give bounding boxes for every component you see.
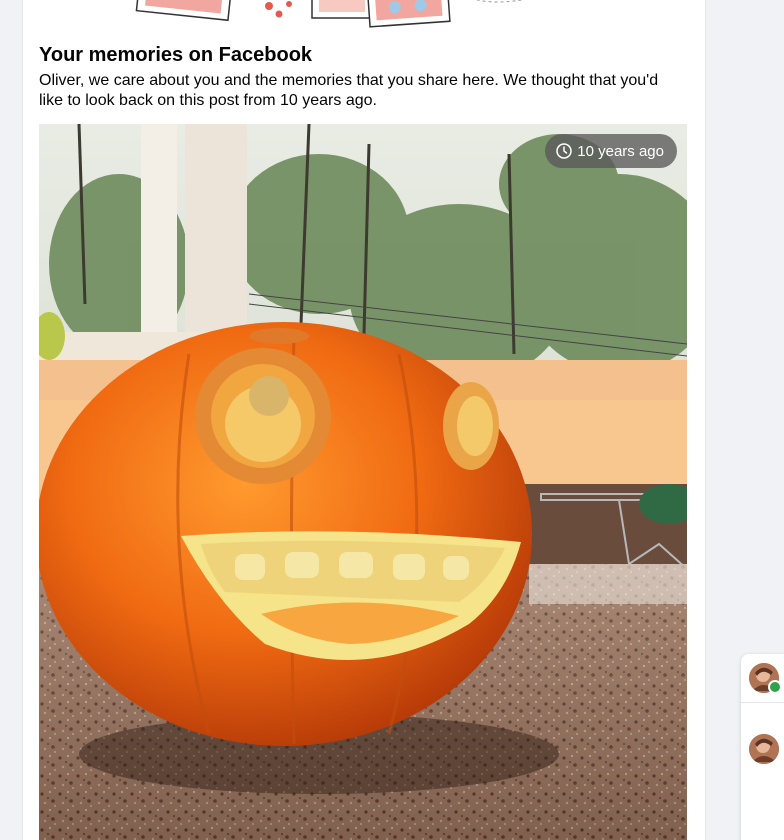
online-status-dot xyxy=(768,680,782,694)
contacts-rail xyxy=(741,654,784,840)
memories-description: Oliver, we care about you and the memori… xyxy=(39,72,659,109)
memory-age-badge: 10 years ago xyxy=(545,134,677,168)
contact-avatar-image xyxy=(749,734,779,764)
memories-illustration xyxy=(135,0,525,28)
memories-title: Your memories on Facebook xyxy=(39,44,313,66)
memory-photo[interactable]: 10 years ago xyxy=(39,124,687,840)
page: Your memories on Facebook Oliver, we car… xyxy=(0,0,784,840)
memory-card: Your memories on Facebook Oliver, we car… xyxy=(22,0,706,840)
contact-avatar[interactable] xyxy=(749,734,779,764)
rail-divider xyxy=(741,702,784,703)
pumpkin-photo-image xyxy=(39,124,687,840)
contact-avatar[interactable] xyxy=(749,663,782,694)
clock-icon xyxy=(556,143,573,159)
memory-age-text: 10 years ago xyxy=(577,142,664,160)
